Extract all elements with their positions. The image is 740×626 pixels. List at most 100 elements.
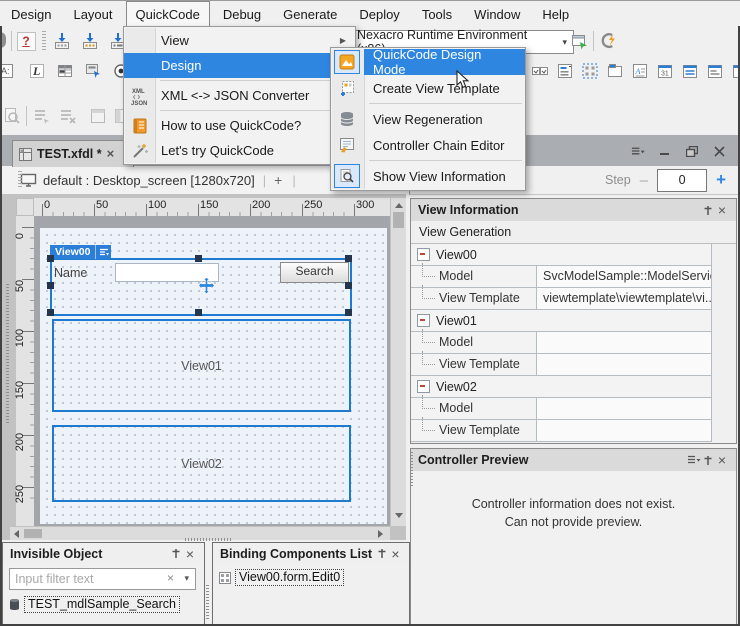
selection-handle[interactable] (195, 309, 202, 316)
menu-tools[interactable]: Tools (413, 1, 461, 27)
name-static-label[interactable]: Name (54, 266, 87, 280)
view01-container[interactable]: View01 (52, 319, 351, 412)
invisible-object-item[interactable]: TEST_mdlSample_Search (9, 596, 180, 613)
step-input[interactable] (657, 169, 707, 192)
quickview-icon[interactable] (599, 31, 619, 51)
view02-group-row[interactable]: View02 (411, 376, 711, 398)
checkbox-group-icon[interactable] (530, 61, 550, 81)
view00-group-row[interactable]: View00 (411, 244, 711, 266)
pin-icon[interactable] (701, 203, 715, 217)
collapse-icon[interactable] (417, 248, 430, 261)
selection-handle[interactable] (195, 255, 202, 262)
monthcalendar-icon[interactable] (680, 61, 700, 81)
menu-item-view[interactable]: View ▶ (124, 28, 355, 53)
pin-icon[interactable] (701, 453, 715, 467)
submenu-item-quickcode-design-mode[interactable]: QuickCode Design Mode (331, 49, 525, 75)
menu-quickcode[interactable]: QuickCode (126, 1, 210, 27)
pane-splitter-dots[interactable] (6, 284, 9, 424)
menu-item-lets-try[interactable]: Let's try QuickCode (124, 138, 355, 163)
form-work-area[interactable]: View00 Name Search View01 (34, 216, 390, 526)
layout-bar-drag-handle[interactable] (18, 171, 22, 189)
view02-template-row[interactable]: View Template (411, 420, 711, 442)
tab-close-icon[interactable]: × (107, 149, 115, 159)
scroll-up-icon[interactable] (395, 203, 403, 208)
menu-layout[interactable]: Layout (64, 1, 121, 27)
selection-handle[interactable] (345, 255, 352, 262)
menu-design[interactable]: Design (2, 1, 60, 27)
view02-container[interactable]: View02 (52, 425, 351, 502)
property-value[interactable] (536, 420, 711, 441)
view02-model-row[interactable]: Model (411, 398, 711, 420)
launch-project-icon[interactable] (570, 31, 590, 51)
view00-template-row[interactable]: View Template viewtemplate\viewtemplate\… (411, 288, 711, 310)
property-value[interactable]: viewtemplate\viewtemplate\vi... (536, 288, 711, 309)
selection-handle[interactable] (345, 282, 352, 289)
layout-label[interactable]: default : Desktop_screen [1280x720] (43, 173, 255, 188)
selection-handle[interactable] (47, 309, 54, 316)
dataset-item-label[interactable]: TEST_mdlSample_Search (24, 596, 180, 613)
view01-model-row[interactable]: Model (411, 332, 711, 354)
menu-item-xml-json-converter[interactable]: XML JSON XML <-> JSON Converter (124, 83, 355, 108)
tabpage-icon[interactable] (605, 61, 625, 81)
add-layout-button[interactable]: + (274, 172, 282, 188)
listbox-icon[interactable] (555, 61, 575, 81)
component-insert-icon[interactable] (83, 61, 103, 81)
collapse-icon[interactable] (417, 314, 430, 327)
selection-area-icon[interactable] (580, 61, 600, 81)
horizontal-scroll-thumb[interactable] (24, 529, 42, 538)
grid-component-icon[interactable] (55, 61, 75, 81)
selection-handle[interactable] (345, 309, 352, 316)
submenu-item-show-view-information[interactable]: Show View Information (331, 163, 525, 189)
property-value[interactable] (536, 332, 711, 353)
filter-dropdown-icon[interactable]: ▾ (184, 573, 189, 584)
menu-item-how-to-use[interactable]: How to use QuickCode? (124, 113, 355, 138)
calendar-icon[interactable]: 31 (655, 61, 675, 81)
vertical-scroll-thumb[interactable] (393, 212, 404, 228)
tab-test-xfdl[interactable]: TEST.xfdl * × (12, 140, 134, 167)
submenu-item-create-view-template[interactable]: Create View Template (331, 75, 525, 101)
clear-filter-icon[interactable]: × (167, 571, 174, 585)
help-icon[interactable]: ? (16, 31, 36, 51)
view01-template-row[interactable]: View Template (411, 354, 711, 376)
pin-icon[interactable] (376, 547, 389, 561)
scroll-left-icon[interactable] (14, 530, 19, 538)
textarea-icon[interactable]: A (630, 61, 650, 81)
import-model-icon[interactable] (52, 31, 72, 51)
datepicker-icon[interactable] (705, 61, 725, 81)
step-plus-button[interactable]: + (716, 170, 726, 190)
submenu-item-view-regeneration[interactable]: View Regeneration (331, 106, 525, 132)
window-menu-icon[interactable] (631, 144, 645, 158)
bottom-splitter-handle[interactable] (185, 538, 231, 541)
panel-close-icon[interactable]: × (389, 547, 402, 561)
search-button[interactable]: Search (280, 262, 349, 283)
static-text-icon[interactable]: L (27, 61, 47, 81)
submenu-item-controller-chain-editor[interactable]: Controller Chain Editor (331, 132, 525, 158)
menu-deploy[interactable]: Deploy (350, 1, 408, 27)
restore-icon[interactable] (685, 144, 699, 158)
menu-item-design[interactable]: Design ▶ (124, 53, 355, 78)
property-value[interactable] (536, 354, 711, 375)
panel-splitter-handle[interactable] (206, 585, 209, 620)
step-minus-button[interactable]: – (640, 172, 648, 189)
view00-model-row[interactable]: Model SvcModelSample::ModelServic... (411, 266, 711, 288)
collapse-icon[interactable] (417, 380, 430, 393)
selection-handle[interactable] (47, 282, 54, 289)
scroll-right-icon[interactable] (378, 530, 383, 538)
masked-edit-icon[interactable]: A: (0, 61, 16, 81)
property-value[interactable] (536, 398, 711, 419)
panel-menu-icon[interactable] (687, 453, 701, 467)
binding-component-item[interactable]: View00.form.Edit0 (219, 569, 344, 586)
selection-handle[interactable] (47, 255, 54, 262)
view01-group-row[interactable]: View01 (411, 310, 711, 332)
view00-tag-menu-icon[interactable] (95, 245, 111, 259)
view00-tag[interactable]: View00 (50, 245, 111, 259)
menu-generate[interactable]: Generate (274, 1, 346, 27)
property-value[interactable]: SvcModelSample::ModelServic... (536, 266, 711, 287)
toolbar-drag-handle[interactable] (42, 31, 46, 51)
close-window-icon[interactable] (712, 144, 726, 158)
import-dataset-icon[interactable] (80, 31, 100, 51)
panel-close-icon[interactable]: × (715, 453, 729, 467)
binding-item-label[interactable]: View00.form.Edit0 (235, 569, 344, 586)
vertical-scrollbar[interactable] (390, 198, 406, 526)
panel-close-icon[interactable]: × (715, 203, 729, 217)
